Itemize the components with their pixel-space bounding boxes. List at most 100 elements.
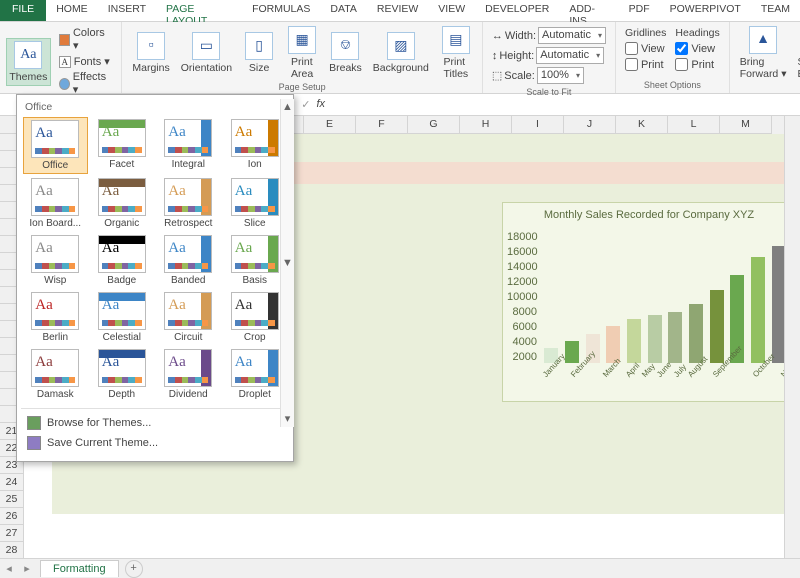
tab-developer[interactable]: DEVELOPER	[475, 0, 559, 21]
column-header[interactable]: M	[720, 116, 772, 134]
gridlines-heading: Gridlines	[624, 26, 667, 40]
print-titles-button[interactable]: ▤Print Titles	[436, 24, 476, 82]
tab-nav-next[interactable]: ▸	[18, 562, 36, 575]
vertical-scrollbar[interactable]	[784, 116, 800, 558]
theme-item-crop[interactable]: AaCrop	[223, 290, 288, 345]
gridlines-print-checkbox[interactable]: Print	[624, 57, 667, 72]
tab-home[interactable]: HOME	[46, 0, 98, 21]
chart-bar	[648, 315, 662, 363]
group-arrange: Arrange	[736, 82, 800, 93]
tab-data[interactable]: DATA	[320, 0, 366, 21]
column-header[interactable]: L	[668, 116, 720, 134]
ribbon-tabs: FILE HOME INSERT PAGE LAYOUT FORMULAS DA…	[0, 0, 800, 22]
theme-item-office[interactable]: AaOffice	[23, 117, 88, 174]
row-header[interactable]: 26	[0, 508, 24, 525]
theme-item-organic[interactable]: AaOrganic	[90, 176, 155, 231]
theme-item-depth[interactable]: AaDepth	[90, 347, 155, 402]
row-header[interactable]: 25	[0, 491, 24, 508]
column-header[interactable]: G	[408, 116, 460, 134]
width-select[interactable]: Automatic	[538, 27, 606, 44]
column-header[interactable]: H	[460, 116, 512, 134]
gridlines-view-checkbox[interactable]: View	[624, 41, 667, 56]
theme-item-droplet[interactable]: AaDroplet	[223, 347, 288, 402]
save-theme-menuitem[interactable]: Save Current Theme...	[23, 433, 287, 453]
tab-view[interactable]: VIEW	[428, 0, 475, 21]
headings-print-checkbox[interactable]: Print	[674, 57, 720, 72]
new-sheet-button[interactable]: +	[125, 560, 143, 578]
fonts-icon: A	[59, 56, 71, 68]
height-select[interactable]: Automatic	[536, 47, 604, 64]
browse-themes-menuitem[interactable]: Browse for Themes...	[23, 413, 287, 433]
tab-pdf[interactable]: PDF	[619, 0, 660, 21]
fx-icon[interactable]: fx	[316, 98, 325, 111]
orientation-icon: ▭	[192, 32, 220, 60]
column-header[interactable]: I	[512, 116, 564, 134]
scale-icon: ⬚	[492, 69, 502, 82]
row-header[interactable]: 27	[0, 525, 24, 542]
chart-x-axis: JanuaryFebruaryMarchAprilMayJuneJulyAugu…	[541, 365, 787, 399]
chart-plot-area	[541, 231, 787, 363]
headings-view-checkbox[interactable]: View	[674, 41, 720, 56]
width-icon: ↔	[492, 30, 503, 42]
tab-review[interactable]: REVIEW	[367, 0, 428, 21]
chart-y-axis: 1800016000140001200010000800060004000200…	[507, 231, 537, 363]
tab-insert[interactable]: INSERT	[98, 0, 156, 21]
tab-file[interactable]: FILE	[0, 0, 46, 21]
theme-item-retrospect[interactable]: AaRetrospect	[156, 176, 221, 231]
margins-button[interactable]: ▫Margins	[128, 30, 173, 76]
orientation-button[interactable]: ▭Orientation	[177, 30, 236, 76]
tab-powerpivot[interactable]: POWERPIVOT	[660, 0, 751, 21]
height-icon: ↕	[492, 50, 498, 62]
background-button[interactable]: ▨Background	[369, 30, 433, 76]
bring-forward-button[interactable]: ▲Bring Forward ▾	[736, 24, 791, 82]
ribbon: Aa Themes Colors ▾ AFonts ▾ Effects ▾ Th…	[0, 22, 800, 94]
print-area-icon: ▦	[288, 26, 316, 54]
embedded-chart[interactable]: Monthly Sales Recorded for Company XYZ 1…	[502, 202, 796, 402]
size-button[interactable]: ▯Size	[239, 30, 279, 76]
chart-title: Monthly Sales Recorded for Company XYZ	[503, 203, 795, 227]
theme-item-circuit[interactable]: AaCircuit	[156, 290, 221, 345]
tab-team[interactable]: Team	[751, 0, 800, 21]
print-area-button[interactable]: ▦Print Area	[282, 24, 322, 82]
effects-button[interactable]: Effects ▾	[56, 70, 114, 97]
theme-item-basis[interactable]: AaBasis	[223, 233, 288, 288]
row-header[interactable]: 24	[0, 474, 24, 491]
theme-item-damask[interactable]: AaDamask	[23, 347, 88, 402]
sheet-tab-bar: ◂ ▸ Formatting +	[0, 558, 800, 578]
fonts-button[interactable]: AFonts ▾	[56, 54, 114, 69]
themes-button[interactable]: Aa Themes	[6, 38, 51, 86]
group-page-setup: Page Setup	[128, 82, 475, 93]
colors-button[interactable]: Colors ▾	[56, 26, 114, 53]
theme-item-banded[interactable]: AaBanded	[156, 233, 221, 288]
themes-section-label: Office	[21, 99, 289, 115]
theme-item-integral[interactable]: AaIntegral	[156, 117, 221, 174]
themes-scrollbar[interactable]: ▲▼▾	[280, 99, 294, 427]
sheet-tab-formatting[interactable]: Formatting	[40, 560, 119, 577]
themes-icon: Aa	[14, 41, 42, 69]
scale-select[interactable]: 100%	[537, 67, 584, 84]
tab-formulas[interactable]: FORMULAS	[242, 0, 320, 21]
theme-item-ion-board-[interactable]: AaIon Board...	[23, 176, 88, 231]
effects-icon	[59, 78, 70, 90]
tab-addins[interactable]: ADD-INS	[559, 0, 618, 21]
theme-item-berlin[interactable]: AaBerlin	[23, 290, 88, 345]
theme-item-ion[interactable]: AaIon	[223, 117, 288, 174]
theme-item-celestial[interactable]: AaCelestial	[90, 290, 155, 345]
bring-forward-icon: ▲	[749, 26, 777, 54]
theme-item-badge[interactable]: AaBadge	[90, 233, 155, 288]
theme-item-slice[interactable]: AaSlice	[223, 176, 288, 231]
column-header[interactable]: K	[616, 116, 668, 134]
breaks-button[interactable]: ⎊Breaks	[325, 30, 366, 76]
theme-item-dividend[interactable]: AaDividend	[156, 347, 221, 402]
theme-item-wisp[interactable]: AaWisp	[23, 233, 88, 288]
send-backward-button[interactable]: ▼Send Backward ▾	[793, 24, 800, 82]
column-header[interactable]: E	[304, 116, 356, 134]
tab-page-layout[interactable]: PAGE LAYOUT	[156, 0, 242, 21]
column-header[interactable]: J	[564, 116, 616, 134]
column-header[interactable]: F	[356, 116, 408, 134]
enter-formula-icon[interactable]: ✓	[301, 98, 310, 111]
tab-nav-prev[interactable]: ◂	[0, 562, 18, 575]
theme-item-facet[interactable]: AaFacet	[90, 117, 155, 174]
row-header[interactable]: 28	[0, 542, 24, 558]
browse-themes-icon	[27, 416, 41, 430]
